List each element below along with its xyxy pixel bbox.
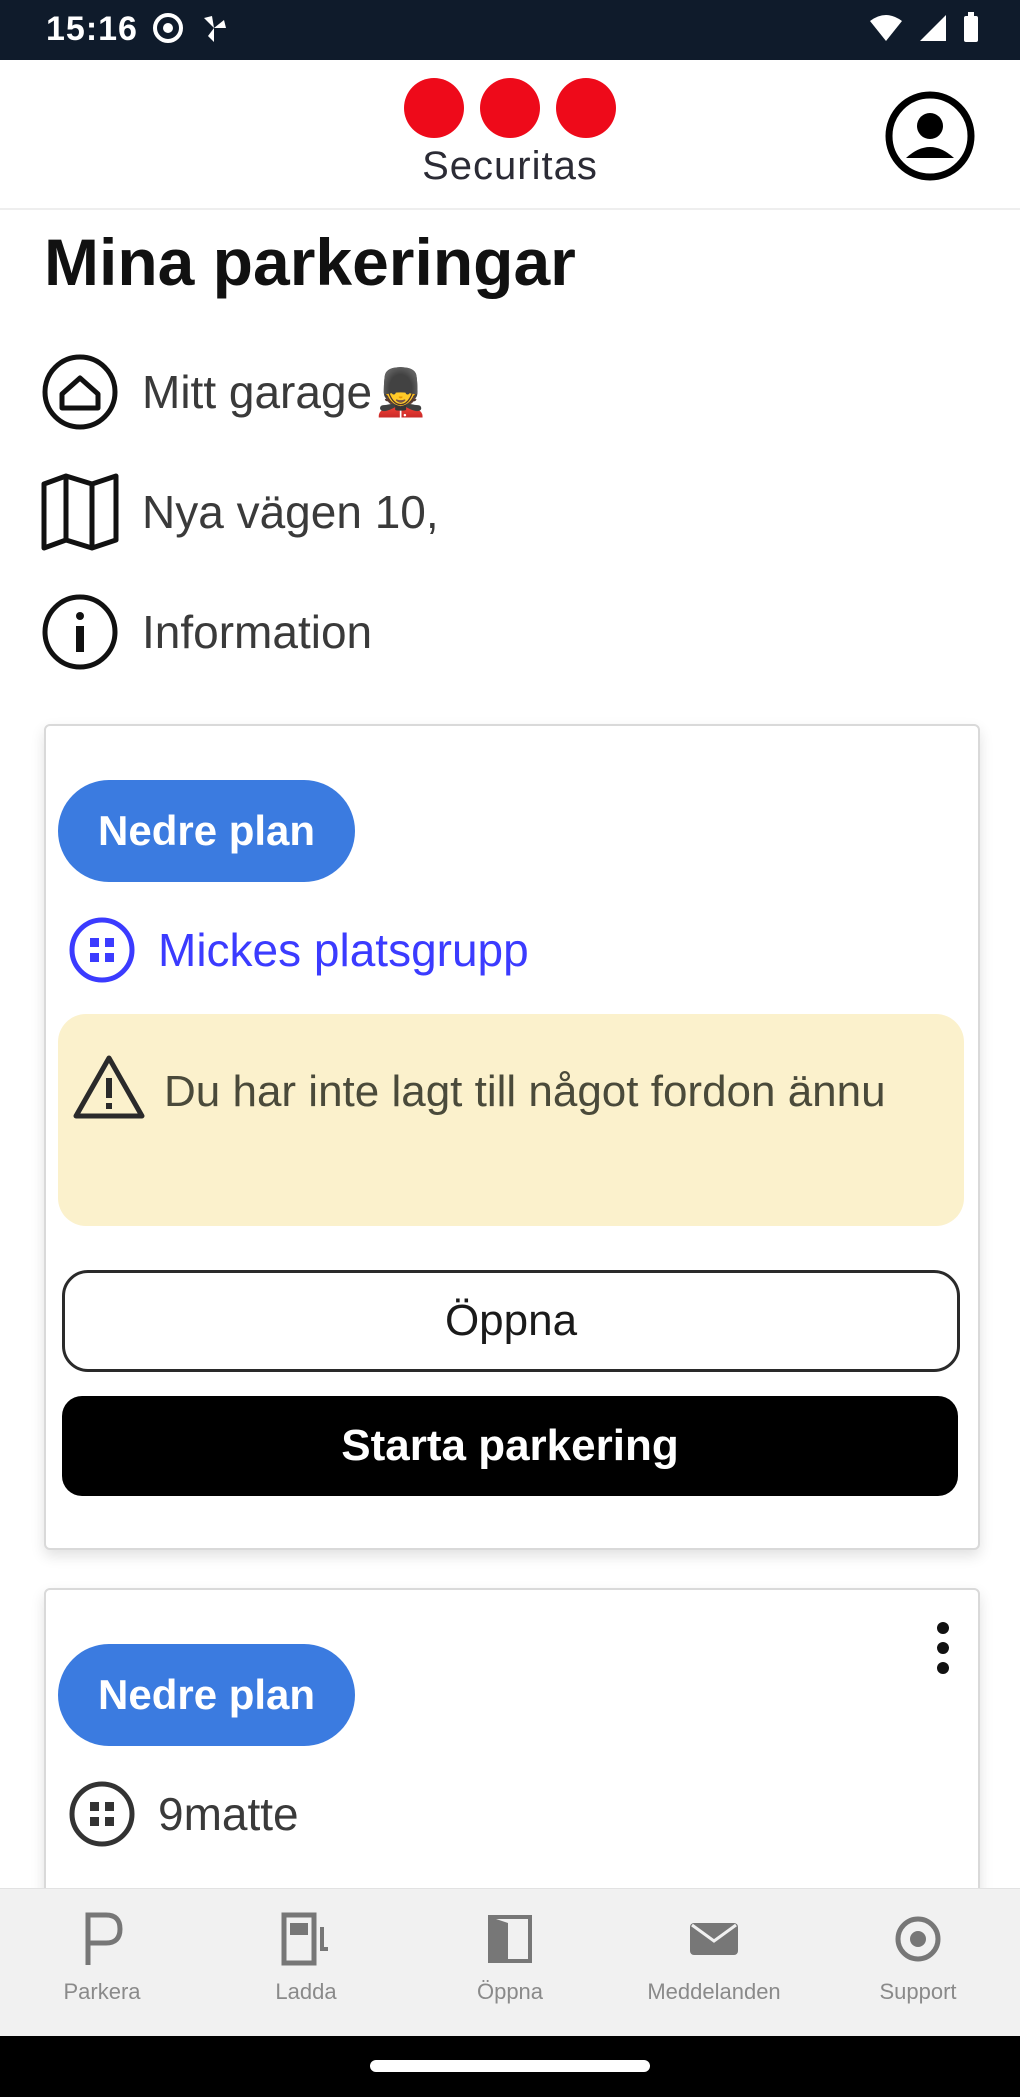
page-title: Mina parkeringar bbox=[44, 225, 576, 299]
nav-label: Support bbox=[879, 1979, 957, 2004]
map-icon bbox=[40, 472, 124, 552]
status-bar: 15:16 bbox=[0, 0, 1020, 60]
space-group-row[interactable]: 9matte bbox=[68, 1774, 299, 1854]
garage-row[interactable]: Mitt garage💂 bbox=[40, 352, 429, 432]
nav-label: Laddа bbox=[275, 1979, 337, 2004]
nav-item-parkera[interactable]: Parkera bbox=[2, 1889, 202, 2037]
battery-icon bbox=[962, 12, 980, 44]
wifi-icon bbox=[868, 13, 904, 43]
status-time: 15:16 bbox=[46, 10, 138, 48]
nav-label: Parkera bbox=[63, 1979, 141, 2004]
bottom-navigation: Parkera Laddа Öppna Meddelanden Support bbox=[0, 1888, 1020, 2037]
warning-text: Du har inte lagt till något fordon ännu bbox=[164, 1067, 886, 1116]
space-group-name: Mickes platsgrupp bbox=[158, 924, 529, 976]
logo-wordmark: Securitas bbox=[422, 144, 598, 188]
grid-icon bbox=[69, 917, 135, 983]
signal-icon bbox=[918, 13, 948, 43]
logo-dot bbox=[556, 78, 616, 138]
support-icon bbox=[895, 1916, 941, 1962]
address-text: Nya vägen 10, bbox=[142, 486, 439, 538]
nav-item-meddelanden[interactable]: Meddelanden bbox=[614, 1889, 814, 2037]
parking-card: Nedre plan Mickes platsgrupp Du har inte… bbox=[44, 724, 980, 1550]
parking-icon bbox=[85, 1912, 123, 1965]
nav-label: Öppna bbox=[476, 1979, 544, 2004]
space-group-name: 9matte bbox=[158, 1788, 299, 1840]
at-sign-icon bbox=[152, 12, 184, 44]
system-navigation-bar bbox=[0, 2036, 1020, 2097]
warning-icon bbox=[72, 1054, 146, 1125]
info-icon bbox=[40, 592, 124, 672]
warning-banner: Du har inte lagt till något fordon ännu bbox=[58, 1014, 964, 1226]
charging-icon bbox=[281, 1912, 328, 1966]
open-button[interactable]: Öppna bbox=[62, 1270, 960, 1372]
grid-icon bbox=[69, 1781, 135, 1847]
information-label: Information bbox=[142, 606, 373, 658]
address-row[interactable]: Nya vägen 10, bbox=[40, 472, 439, 552]
logo-dot bbox=[404, 78, 464, 138]
fan-icon bbox=[198, 12, 230, 44]
nav-item-oppna[interactable]: Öppna bbox=[410, 1889, 610, 2037]
parking-card: Nedre plan 9matte bbox=[44, 1588, 980, 1912]
logo-dot bbox=[480, 78, 540, 138]
home-icon bbox=[40, 352, 124, 432]
information-row[interactable]: Information bbox=[40, 592, 372, 672]
door-icon bbox=[488, 1915, 532, 1963]
nav-label: Meddelanden bbox=[647, 1979, 781, 2004]
garage-name: Mitt garage💂 bbox=[142, 365, 430, 418]
level-badge: Nedre plan bbox=[58, 1644, 356, 1746]
securitas-logo: Securitas bbox=[400, 70, 620, 200]
nav-item-ladda[interactable]: Laddа bbox=[206, 1889, 406, 2037]
start-parking-button[interactable]: Starta parkering bbox=[62, 1396, 958, 1496]
space-group-link[interactable]: Mickes platsgrupp bbox=[68, 910, 529, 990]
account-circle-icon bbox=[885, 91, 975, 181]
home-gesture-handle[interactable] bbox=[370, 2060, 650, 2072]
app-header: Securitas bbox=[0, 60, 1020, 210]
mail-icon bbox=[690, 1923, 738, 1955]
profile-button[interactable] bbox=[884, 90, 976, 182]
level-badge: Nedre plan bbox=[58, 780, 356, 882]
nav-item-support[interactable]: Support bbox=[818, 1889, 1018, 2037]
more-options-icon[interactable] bbox=[928, 1618, 958, 1678]
